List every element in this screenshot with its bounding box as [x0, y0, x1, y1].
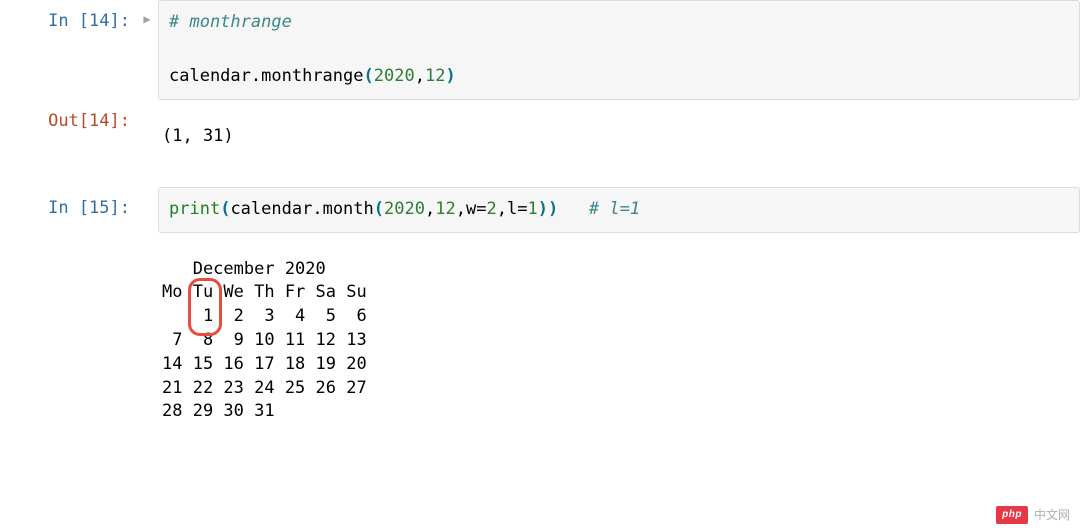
code-arg: w	[466, 199, 476, 219]
code-comma: ,	[425, 199, 435, 219]
code-eq: =	[476, 199, 486, 219]
code-input-14[interactable]: # monthrange calendar.monthrange(2020,12…	[158, 0, 1080, 100]
code-rparen: )	[548, 199, 558, 219]
code-rparen: )	[538, 199, 548, 219]
code-func: month	[323, 199, 374, 219]
code-comma: ,	[415, 66, 425, 86]
code-lparen: (	[220, 199, 230, 219]
output-prompt-15	[0, 233, 136, 243]
code-rparen: )	[445, 66, 455, 86]
annotation-highlight	[188, 278, 222, 336]
code-num: 1	[527, 199, 537, 219]
code-func: monthrange	[261, 66, 363, 86]
spacer	[0, 173, 1080, 187]
code-dot: .	[312, 199, 322, 219]
run-col-15	[136, 187, 158, 199]
watermark-text: 中文网	[1034, 507, 1070, 524]
code-ident: calendar	[230, 199, 312, 219]
code-space	[558, 199, 589, 219]
code-lparen: (	[374, 199, 384, 219]
code-ident: calendar	[169, 66, 251, 86]
code-num: 12	[425, 66, 445, 86]
output-prompt-14: Out[14]:	[0, 100, 136, 134]
code-dot: .	[251, 66, 261, 86]
code-comma: ,	[497, 199, 507, 219]
input-cell-14: In [14]: ▶ # monthrange calendar.monthra…	[0, 0, 1080, 100]
code-num: 2020	[384, 199, 425, 219]
code-comma: ,	[456, 199, 466, 219]
input-prompt-15: In [15]:	[0, 187, 136, 221]
watermark-pill: php	[996, 506, 1028, 524]
watermark: php 中文网	[996, 506, 1070, 524]
output-cell-14: Out[14]: (1, 31)	[0, 100, 1080, 174]
input-cell-15: In [15]: print(calendar.month(2020,12,w=…	[0, 187, 1080, 232]
output-text-14: (1, 31)	[158, 117, 1080, 157]
code-num: 12	[435, 199, 455, 219]
code-input-15[interactable]: print(calendar.month(2020,12,w=2,l=1)) #…	[158, 187, 1080, 232]
code-num: 2020	[374, 66, 415, 86]
code-num: 2	[486, 199, 496, 219]
calendar-output: December 2020 Mo Tu We Th Fr Sa Su 1 2 3…	[158, 250, 1080, 433]
code-eq: =	[517, 199, 527, 219]
output-cell-15: December 2020 Mo Tu We Th Fr Sa Su 1 2 3…	[0, 233, 1080, 450]
code-print: print	[169, 199, 220, 219]
run-arrow-icon: ▶	[143, 12, 150, 29]
code-lparen: (	[364, 66, 374, 86]
run-button-14[interactable]: ▶	[136, 0, 158, 29]
code-arg: l	[507, 199, 517, 219]
code-comment: # l=1	[589, 199, 640, 219]
input-prompt-14: In [14]:	[0, 0, 136, 34]
code-comment: # monthrange	[169, 12, 292, 32]
